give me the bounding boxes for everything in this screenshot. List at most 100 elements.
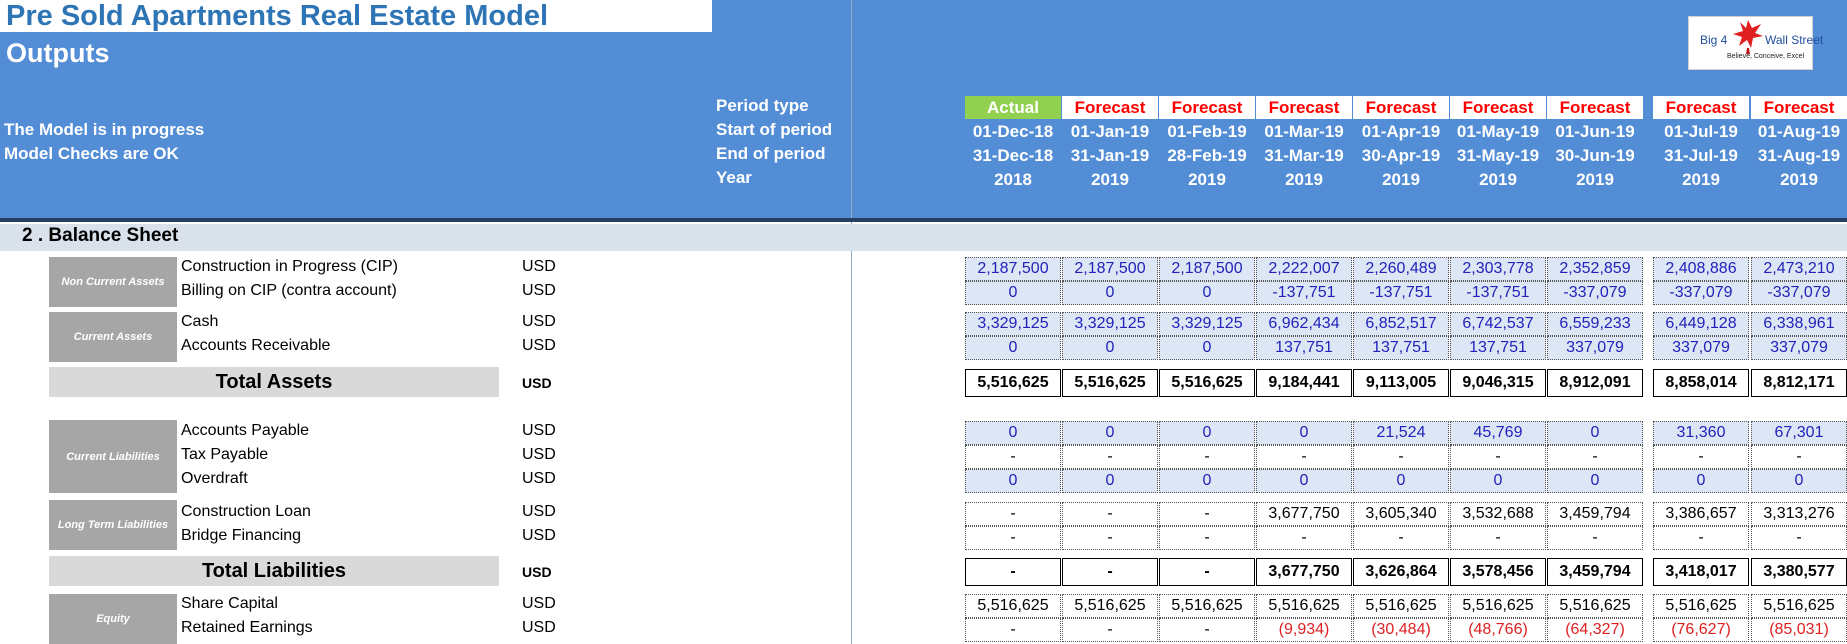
table-cell: 0 xyxy=(1256,469,1352,493)
row-label: Accounts Receivable xyxy=(181,337,331,354)
row-unit: USD xyxy=(522,619,556,636)
row-unit: USD xyxy=(522,258,556,275)
table-cell: 3,329,125 xyxy=(965,312,1061,336)
table-cell: 8,858,014 xyxy=(1653,369,1749,397)
table-cell: 0 xyxy=(1751,469,1847,493)
section-band xyxy=(0,224,1847,251)
period-type-cell: Forecast xyxy=(1062,96,1158,119)
company-logo: Big 4 Wall Street Believe, Conceive, Exc… xyxy=(1688,16,1823,70)
table-cell: 137,751 xyxy=(1450,336,1546,360)
table-cell: 2,222,007 xyxy=(1256,257,1352,281)
table-cell: 0 xyxy=(1159,281,1255,305)
table-cell: -337,079 xyxy=(1547,281,1643,305)
table-cell: - xyxy=(1062,526,1158,550)
table-cell: 3,329,125 xyxy=(1159,312,1255,336)
total-unit: USD xyxy=(522,375,552,391)
table-cell: - xyxy=(965,445,1061,469)
period-year-cell: 2019 xyxy=(1285,170,1323,189)
row-unit: USD xyxy=(522,470,556,487)
table-cell: - xyxy=(1062,618,1158,642)
table-cell: - xyxy=(965,558,1061,586)
table-cell: 3,459,794 xyxy=(1547,558,1643,586)
period-end-cell: 31-Mar-19 xyxy=(1264,146,1344,165)
eagle-icon xyxy=(1733,20,1763,54)
period-start-cell: 01-Dec-18 xyxy=(972,122,1054,141)
table-cell: 3,380,577 xyxy=(1751,558,1847,586)
status-checks: Model Checks are OK xyxy=(4,144,179,163)
table-cell: 8,912,091 xyxy=(1547,369,1643,397)
period-year-cell: 2019 xyxy=(1382,170,1420,189)
period-type-cell: Forecast xyxy=(1159,96,1255,119)
group-non-current-assets: Non Current Assets xyxy=(49,257,177,307)
table-cell: 31,360 xyxy=(1653,421,1749,445)
year-label: Year xyxy=(716,168,752,187)
table-cell: 5,516,625 xyxy=(1450,594,1546,618)
period-type-cell: Forecast xyxy=(1353,96,1449,119)
period-end-cell: 31-May-19 xyxy=(1456,146,1540,165)
table-cell: - xyxy=(1256,445,1352,469)
period-year-cell: 2019 xyxy=(1091,170,1129,189)
table-cell: 3,329,125 xyxy=(1062,312,1158,336)
table-cell: (48,766) xyxy=(1450,618,1546,642)
row-label: Tax Payable xyxy=(181,446,269,463)
table-cell: 3,677,750 xyxy=(1256,502,1352,526)
table-cell: - xyxy=(1256,526,1352,550)
period-year-cell: 2019 xyxy=(1576,170,1614,189)
table-cell: - xyxy=(1751,526,1847,550)
table-cell: - xyxy=(1353,526,1449,550)
table-cell: 45,769 xyxy=(1450,421,1546,445)
period-end-cell: 31-Jul-19 xyxy=(1664,146,1738,165)
period-end-cell: 31-Aug-19 xyxy=(1757,146,1841,165)
table-cell: - xyxy=(1450,445,1546,469)
table-cell: 0 xyxy=(1450,469,1546,493)
table-cell: 3,313,276 xyxy=(1751,502,1847,526)
row-label: Billing on CIP (contra account) xyxy=(181,282,397,299)
row-label: Bridge Financing xyxy=(181,527,302,544)
row-unit: USD xyxy=(522,503,556,520)
period-start-cell: 01-Jan-19 xyxy=(1070,122,1150,141)
row-label: Construction in Progress (CIP) xyxy=(181,258,398,275)
table-cell: 3,418,017 xyxy=(1653,558,1749,586)
period-end-cell: 28-Feb-19 xyxy=(1167,146,1247,165)
table-cell: - xyxy=(1450,526,1546,550)
table-cell: -137,751 xyxy=(1450,281,1546,305)
table-cell: - xyxy=(1062,502,1158,526)
table-cell: 21,524 xyxy=(1353,421,1449,445)
period-start-cell: 01-Apr-19 xyxy=(1361,122,1441,141)
table-cell: 0 xyxy=(1547,469,1643,493)
table-cell: 9,184,441 xyxy=(1256,369,1352,397)
table-cell: 9,046,315 xyxy=(1450,369,1546,397)
table-cell: (30,484) xyxy=(1353,618,1449,642)
period-end-cell: 30-Jun-19 xyxy=(1555,146,1635,165)
period-end-cell: 31-Dec-18 xyxy=(972,146,1054,165)
period-year-cell: 2019 xyxy=(1682,170,1720,189)
table-cell: 8,812,171 xyxy=(1751,369,1847,397)
table-cell: 6,962,434 xyxy=(1256,312,1352,336)
table-cell: - xyxy=(965,502,1061,526)
table-cell: 2,473,210 xyxy=(1751,257,1847,281)
table-cell: 3,532,688 xyxy=(1450,502,1546,526)
end-of-period-label: End of period xyxy=(716,144,826,163)
table-cell: 0 xyxy=(965,421,1061,445)
table-cell: 2,352,859 xyxy=(1547,257,1643,281)
table-cell: 0 xyxy=(1159,421,1255,445)
row-label: Overdraft xyxy=(181,470,248,487)
table-cell: 3,626,864 xyxy=(1353,558,1449,586)
table-cell: 3,386,657 xyxy=(1653,502,1749,526)
table-cell: 9,113,005 xyxy=(1353,369,1449,397)
table-cell: 6,559,233 xyxy=(1547,312,1643,336)
period-type-cell: Forecast xyxy=(1547,96,1643,119)
table-cell: 2,187,500 xyxy=(1062,257,1158,281)
period-start-cell: 01-Aug-19 xyxy=(1757,122,1841,141)
period-type-cell: Forecast xyxy=(1653,96,1749,119)
total-liabilities-band: Total Liabilities xyxy=(49,556,499,586)
table-cell: 5,516,625 xyxy=(1547,594,1643,618)
row-unit: USD xyxy=(522,446,556,463)
period-start-cell: 01-Feb-19 xyxy=(1167,122,1247,141)
table-cell: 0 xyxy=(965,281,1061,305)
table-cell: 2,260,489 xyxy=(1353,257,1449,281)
period-type-label: Period type xyxy=(716,96,809,115)
logo-text-left: Big 4 xyxy=(1700,33,1728,47)
table-cell: 0 xyxy=(1256,421,1352,445)
row-unit: USD xyxy=(522,527,556,544)
